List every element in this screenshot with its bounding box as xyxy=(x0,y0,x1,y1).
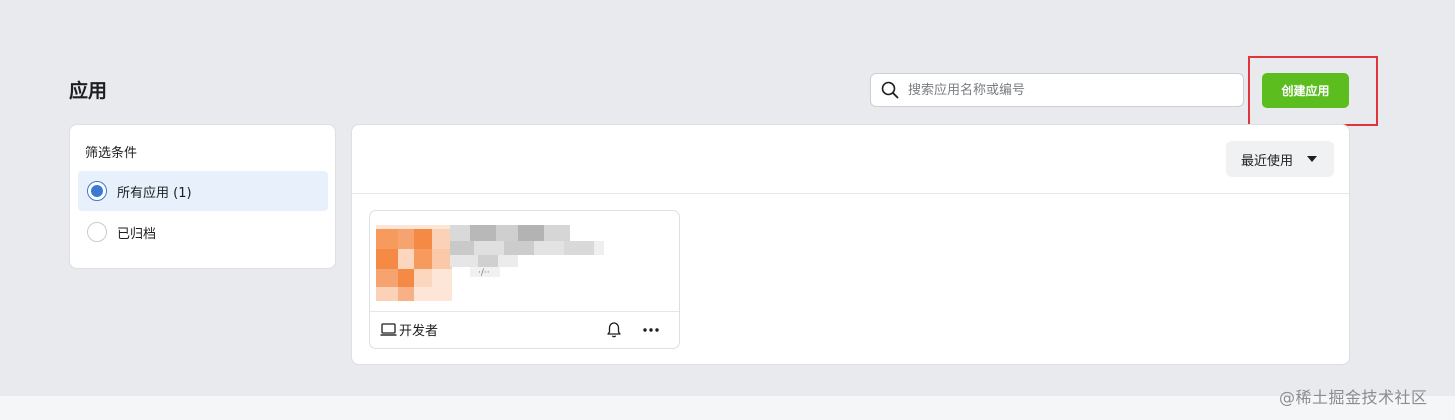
filter-option-label: 所有应用 (1) xyxy=(117,185,192,201)
filter-option-archived[interactable]: 已归档 xyxy=(78,212,328,252)
search-icon xyxy=(880,80,900,100)
more-icon[interactable] xyxy=(642,323,660,337)
role-label: 开发者 xyxy=(399,324,439,339)
create-app-button[interactable]: 创建应用 xyxy=(1262,73,1349,108)
search-box[interactable] xyxy=(870,73,1244,107)
caret-down-icon xyxy=(1307,156,1318,162)
blurred-app-name: ·/·· xyxy=(450,225,604,278)
bell-icon[interactable] xyxy=(606,321,622,339)
radio-unchecked[interactable] xyxy=(87,222,107,242)
card-divider xyxy=(370,311,679,312)
radio-dot xyxy=(91,185,103,197)
filter-option-all-apps[interactable]: 所有应用 (1) xyxy=(78,171,328,211)
sort-dropdown[interactable]: 最近使用 xyxy=(1226,141,1334,177)
page-title: 应用 xyxy=(69,80,108,102)
sort-label: 最近使用 xyxy=(1241,153,1294,169)
radio-checked[interactable] xyxy=(87,181,107,201)
app-thumbnail xyxy=(376,225,452,301)
app-card[interactable]: ·/·· 开发者 xyxy=(369,210,680,349)
panel-divider xyxy=(352,193,1349,194)
svg-text:·/··: ·/·· xyxy=(478,268,490,278)
apps-panel: 最近使用 ·/·· 开发者 xyxy=(351,124,1350,365)
watermark: @稀土掘金技术社区 xyxy=(1279,388,1428,407)
filter-title: 筛选条件 xyxy=(85,146,138,161)
bottom-strip xyxy=(0,396,1455,420)
filter-option-label: 已归档 xyxy=(117,226,157,242)
filter-panel: 筛选条件 所有应用 (1) 已归档 xyxy=(69,124,336,269)
laptop-icon xyxy=(380,322,397,337)
app-role: 开发者 xyxy=(380,320,438,339)
search-input[interactable] xyxy=(906,74,1243,106)
